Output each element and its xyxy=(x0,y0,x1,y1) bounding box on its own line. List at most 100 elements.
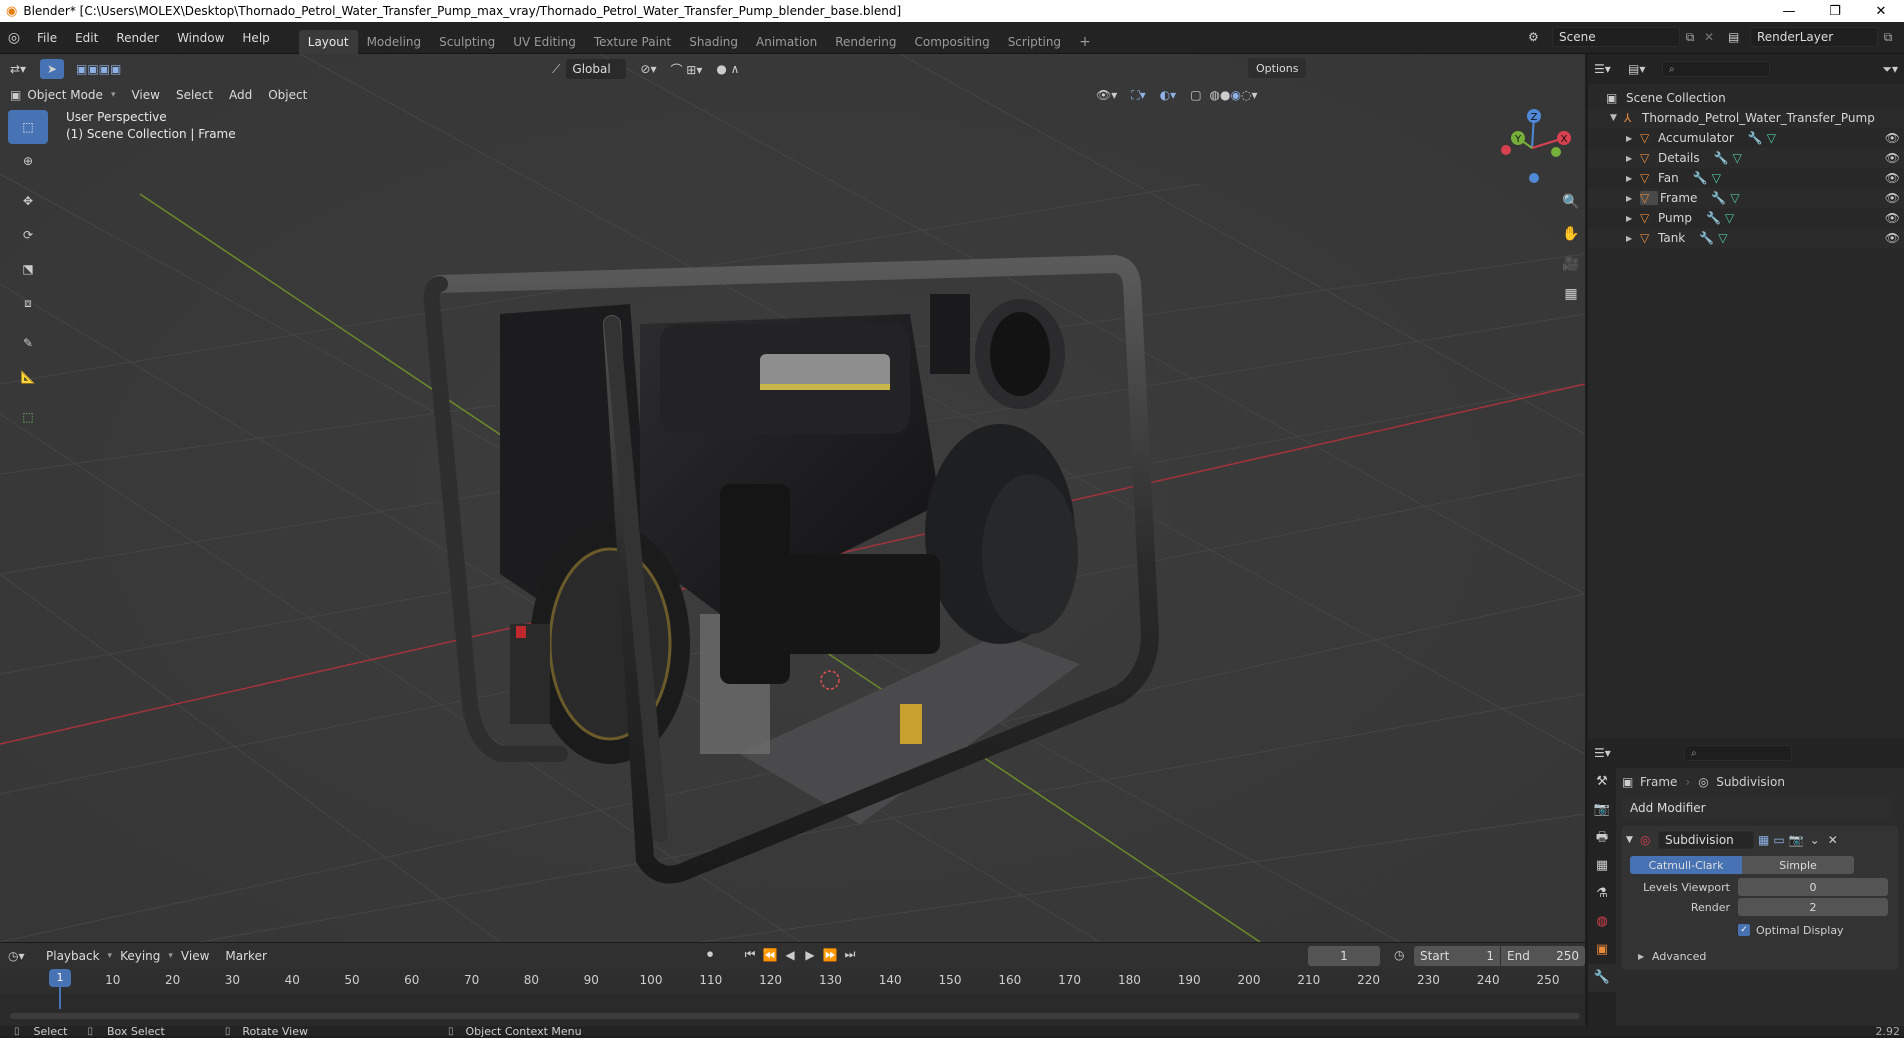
tab-modeling[interactable]: Modeling xyxy=(358,30,431,54)
selection-mode-icons[interactable]: ▣▣▣▣ xyxy=(76,62,121,76)
outliner-collection-row[interactable]: ▼ ⅄ Thornado_Petrol_Water_Transfer_Pump xyxy=(1588,108,1904,128)
transform-orientation-dropdown[interactable]: Global xyxy=(566,59,627,79)
viewport-toggle-icon[interactable]: ▭ xyxy=(1773,833,1784,847)
pan-hand-icon[interactable]: ✋ xyxy=(1560,226,1582,256)
tool-tab-icon[interactable]: ⚒ xyxy=(1588,768,1616,796)
minimize-button[interactable]: — xyxy=(1766,0,1812,22)
measure-tool-icon[interactable]: 📐 xyxy=(8,360,48,394)
mesh-data-icon[interactable]: ▽ xyxy=(1712,171,1721,185)
object-mode-dropdown[interactable]: Object Mode xyxy=(25,88,111,102)
cursor-tool-icon[interactable]: ⊕ xyxy=(8,144,48,178)
modifier-name-field[interactable]: Subdivision xyxy=(1658,831,1754,849)
menu-edit[interactable]: Edit xyxy=(66,22,107,54)
menu-help[interactable]: Help xyxy=(233,22,278,54)
scene-tab-icon[interactable]: ⚗ xyxy=(1588,880,1616,908)
outliner-item-tank[interactable]: ▶ ▽ Tank 🔧 ▽ 👁 xyxy=(1588,228,1904,248)
play-reverse-icon[interactable]: ◀ xyxy=(780,948,800,962)
play-icon[interactable]: ▶ xyxy=(800,948,820,962)
outliner-item-frame[interactable]: ▶ ▽ Frame 🔧 ▽ 👁 xyxy=(1588,188,1904,208)
playhead[interactable]: 1 xyxy=(49,969,71,987)
tab-layout[interactable]: Layout xyxy=(298,29,358,54)
visibility-eye-icon[interactable]: 👁 xyxy=(1885,131,1900,145)
modifier-wrench-icon[interactable]: 🔧 xyxy=(1706,211,1721,225)
solid-shading-icon[interactable]: ● xyxy=(1220,88,1230,102)
collapse-arrow-icon[interactable]: ▼ xyxy=(1626,835,1640,845)
modifier-wrench-icon[interactable]: 🔧 xyxy=(1699,231,1714,245)
proportional-edit-icon[interactable]: ● ∧ xyxy=(716,62,739,76)
new-scene-icon[interactable]: ⧉ xyxy=(1680,30,1700,45)
start-frame-field[interactable]: Start 1 xyxy=(1414,946,1500,966)
expand-arrow-icon[interactable]: ▶ xyxy=(1638,952,1652,961)
clock-icon[interactable]: ◷ xyxy=(1394,948,1404,962)
scene-name-field[interactable]: Scene xyxy=(1552,27,1680,47)
modifier-wrench-icon[interactable]: 🔧 xyxy=(1714,151,1729,165)
expand-arrow-icon[interactable]: ▶ xyxy=(1626,234,1640,243)
material-shading-icon[interactable]: ◉ xyxy=(1231,88,1241,102)
rotate-tool-icon[interactable]: ⟳ xyxy=(8,218,48,252)
expand-arrow-icon[interactable]: ▼ xyxy=(1610,113,1624,123)
outliner-item-fan[interactable]: ▶ ▽ Fan 🔧 ▽ 👁 xyxy=(1588,168,1904,188)
modifier-menu-icon[interactable]: ⌄ xyxy=(1810,833,1820,847)
mesh-data-icon[interactable]: ▽ xyxy=(1730,191,1739,205)
outliner-item-accumulator[interactable]: ▶ ▽ Accumulator 🔧 ▽ 👁 xyxy=(1588,128,1904,148)
ortho-grid-icon[interactable]: ▦ xyxy=(1560,286,1582,316)
visibility-eye-icon[interactable]: 👁 xyxy=(1885,171,1900,185)
expand-arrow-icon[interactable]: ▶ xyxy=(1626,174,1640,183)
add-cube-tool-icon[interactable]: ⬚ xyxy=(8,400,48,434)
end-frame-field[interactable]: End 250 xyxy=(1501,946,1585,966)
visibility-eye-icon[interactable]: 👁 xyxy=(1885,231,1900,245)
editor-type-icon[interactable]: ⇄▾ xyxy=(10,62,40,76)
tab-texture-paint[interactable]: Texture Paint xyxy=(585,30,680,54)
3d-viewport[interactable]: ⇄▾ ➤ ▣▣▣▣ ⟋ Global ⊘▾ ⌒ ⊞▾ ● ∧ Options ▣… xyxy=(0,54,1585,942)
new-render-layer-icon[interactable]: ⧉ xyxy=(1878,30,1898,45)
object-tab-icon[interactable]: ▣ xyxy=(1588,936,1616,964)
expand-arrow-icon[interactable]: ▶ xyxy=(1626,194,1640,203)
modifier-wrench-icon[interactable]: 🔧 xyxy=(1693,171,1708,185)
jump-end-icon[interactable]: ⏭ xyxy=(840,947,860,962)
catmull-clark-button[interactable]: Catmull-Clark xyxy=(1630,856,1742,874)
render-layer-icon[interactable]: ▤ xyxy=(1728,30,1750,44)
expand-arrow-icon[interactable]: ▶ xyxy=(1626,134,1640,143)
delete-scene-icon[interactable]: ✕ xyxy=(1700,30,1718,44)
tab-compositing[interactable]: Compositing xyxy=(905,30,998,54)
scale-tool-icon[interactable]: ⬔ xyxy=(8,252,48,286)
menu-object[interactable]: Object xyxy=(260,88,315,102)
menu-select[interactable]: Select xyxy=(168,88,221,102)
tab-rendering[interactable]: Rendering xyxy=(826,30,905,54)
jump-start-icon[interactable]: ⏮ xyxy=(740,947,760,962)
tab-sculpting[interactable]: Sculpting xyxy=(430,30,504,54)
render-tab-icon[interactable]: 📷 xyxy=(1588,796,1616,824)
menu-render[interactable]: Render xyxy=(107,22,168,54)
viewport-scene[interactable] xyxy=(0,54,1585,942)
maximize-button[interactable]: ❐ xyxy=(1812,0,1858,22)
add-modifier-button[interactable]: Add Modifier xyxy=(1622,798,1892,818)
current-frame-field[interactable]: 1 xyxy=(1308,946,1380,966)
menu-window[interactable]: Window xyxy=(168,22,233,54)
display-mode-icon[interactable]: ▤▾ xyxy=(1628,62,1662,76)
xray-icon[interactable]: ▢ xyxy=(1190,88,1201,102)
tab-animation[interactable]: Animation xyxy=(747,30,826,54)
outliner-item-details[interactable]: ▶ ▽ Details 🔧 ▽ 👁 xyxy=(1588,148,1904,168)
timeline-editor-icon[interactable]: ◷▾ xyxy=(8,949,38,963)
menu-add[interactable]: Add xyxy=(221,88,260,102)
mesh-data-icon[interactable]: ▽ xyxy=(1718,231,1727,245)
modifier-wrench-icon[interactable]: 🔧 xyxy=(1711,191,1726,205)
transform-tool-icon[interactable]: ⧈ xyxy=(8,286,48,320)
timeline-ruler[interactable]: 1102030405060708090100110120130140150160… xyxy=(0,969,1585,1027)
visibility-icon[interactable]: 👁▾ xyxy=(1096,88,1117,102)
render-levels-field[interactable]: 2 xyxy=(1738,898,1888,916)
edit-mode-toggle-icon[interactable]: ▦ xyxy=(1758,833,1769,847)
optimal-display-checkbox[interactable]: ✓ xyxy=(1738,924,1750,936)
select-box-tool-icon[interactable]: ⬚ xyxy=(8,110,48,144)
outliner-search-input[interactable]: ⌕ xyxy=(1662,61,1770,77)
world-tab-icon[interactable]: ◍ xyxy=(1588,908,1616,936)
tab-uv-editing[interactable]: UV Editing xyxy=(504,30,585,54)
menu-keying[interactable]: Keying xyxy=(112,949,168,963)
add-workspace-icon[interactable]: + xyxy=(1070,30,1100,54)
render-toggle-icon[interactable]: 📷 xyxy=(1789,833,1804,847)
move-tool-icon[interactable]: ✥ xyxy=(8,184,48,218)
zoom-icon[interactable]: 🔍 xyxy=(1560,194,1582,226)
blender-menu-icon[interactable]: ◎ xyxy=(0,30,28,46)
view-layer-tab-icon[interactable]: ▦ xyxy=(1588,852,1616,880)
mesh-data-icon[interactable]: ▽ xyxy=(1725,211,1734,225)
